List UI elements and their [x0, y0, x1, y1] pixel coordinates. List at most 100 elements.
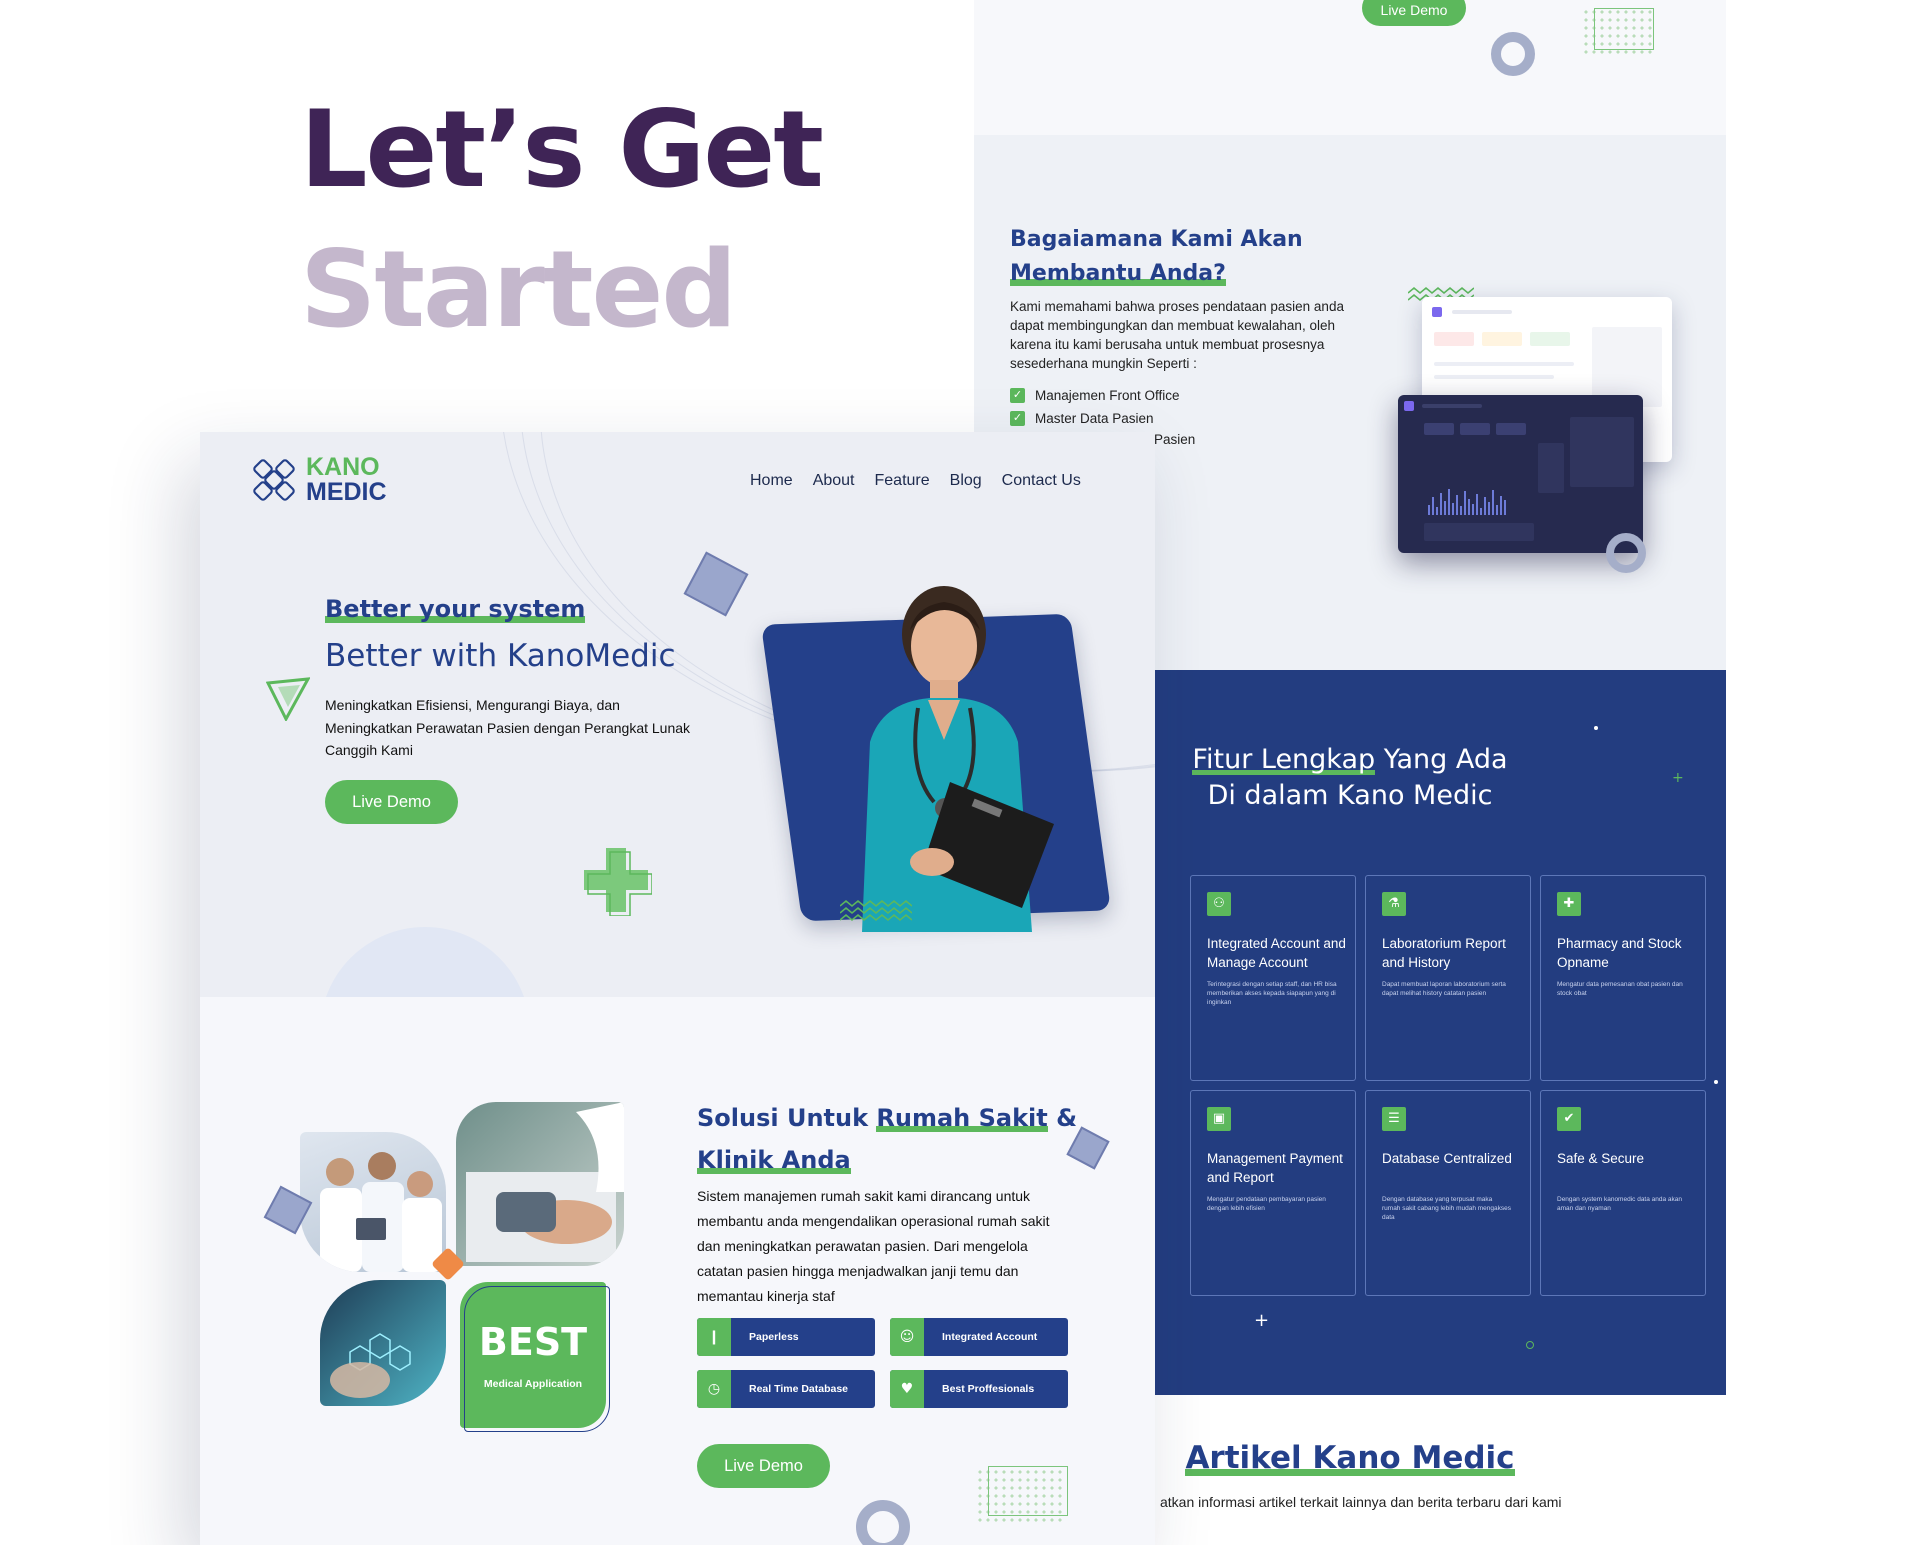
feature-card-description: Dengan database yang terpusat maka rumah…: [1382, 1196, 1511, 1221]
feature-card[interactable]: ⚇ Integrated Account and Manage Account …: [1190, 875, 1356, 1081]
how-title-line-2: Membantu Anda?: [1010, 261, 1226, 286]
features-title-line-2: Di dalam Kano Medic: [1207, 780, 1493, 811]
feature-card[interactable]: ☰ Database Centralized Dengan database y…: [1365, 1090, 1531, 1296]
nav-feature[interactable]: Feature: [875, 472, 930, 490]
feature-pill-integrated-account[interactable]: ☺ Integrated Account: [890, 1318, 1068, 1356]
brand-line-1: KANO: [306, 453, 380, 481]
brand-wordmark: KANO MEDIC: [306, 455, 387, 505]
flask-icon: ⚗: [1382, 892, 1406, 916]
plus-decoration-icon: +: [1254, 1310, 1270, 1331]
feature-pill-paperless[interactable]: ❙ Paperless: [697, 1318, 875, 1356]
checklist-label: Pasien: [1154, 432, 1196, 447]
mock-logo: [1432, 307, 1442, 317]
feature-card[interactable]: ✚ Pharmacy and Stock Opname Mengatur dat…: [1540, 875, 1706, 1081]
blood-pressure-photo: [456, 1102, 624, 1266]
mock-search: [1422, 404, 1482, 408]
mock-search: [1452, 310, 1512, 314]
how-section-body: Kami memahami bahwa proses pendataan pas…: [1010, 299, 1344, 371]
feature-card-description: Mengatur pendataan pembayaran pasien den…: [1207, 1196, 1326, 1212]
users-network-icon: ⚇: [1207, 892, 1231, 916]
checklist-label: Master Data Pasien: [1035, 411, 1154, 426]
mock-card: [1482, 332, 1522, 346]
mock-card: [1460, 423, 1490, 435]
solution-title: Solusi Untuk Rumah Sakit & Klinik Anda: [697, 1097, 1097, 1181]
circle-decoration-icon: [1526, 1341, 1534, 1349]
articles-title-text: Artikel Kano Medic: [1185, 1440, 1515, 1476]
database-list-icon: ☰: [1382, 1107, 1406, 1131]
live-demo-button[interactable]: Live Demo: [325, 780, 458, 824]
dot-decoration: [1714, 1080, 1718, 1084]
doctors-team-photo: [300, 1132, 446, 1272]
how-title-line-1: Bagaiamana Kami Akan: [1010, 227, 1303, 252]
nav-contact-us[interactable]: Contact Us: [1002, 472, 1081, 490]
badge-subtitle: Medical Application: [483, 1378, 583, 1390]
mock-row: [1434, 375, 1554, 379]
feature-card[interactable]: ⚗ Laboratorium Report and History Dapat …: [1365, 875, 1531, 1081]
hero-kicker: Better your system: [325, 595, 585, 623]
plus-cross-decoration-icon: [584, 848, 652, 916]
features-title-highlight: Fitur Lengkap: [1192, 744, 1376, 775]
square-outline-decoration: [1594, 8, 1654, 50]
how-section-title: Bagaiamana Kami Akan Membantu Anda?: [1010, 223, 1330, 291]
mock-table: [1424, 523, 1534, 541]
ring-decoration-icon: [1491, 32, 1535, 76]
pill-label: Real Time Database: [749, 1383, 849, 1395]
feature-card-description: Dengan system kanomedic data anda akan a…: [1557, 1196, 1683, 1212]
mock-card: [1496, 423, 1526, 435]
solution-title-part: Solusi Untuk: [697, 1104, 877, 1132]
hand-heart-icon: ♥: [890, 1370, 924, 1408]
medical-tech-photo: [320, 1280, 446, 1406]
mock-card: [1434, 332, 1474, 346]
feature-card-description: Terintegrasi dengan setiap staff, dan HR…: [1207, 981, 1337, 1006]
nav-about[interactable]: About: [813, 472, 855, 490]
hero-title: Better with KanoMedic: [325, 638, 676, 674]
solution-title-line-2: Klinik Anda: [697, 1146, 851, 1174]
best-badge-card: BEST Medical Application: [460, 1282, 610, 1432]
feature-card[interactable]: ▣ Management Payment and Report Mengatur…: [1190, 1090, 1356, 1296]
features-title-rest: Yang Ada: [1375, 744, 1508, 775]
feature-card-description: Mengatur data pemesanan obat pasien dan …: [1557, 981, 1683, 997]
live-demo-button-secondary[interactable]: Live Demo: [697, 1444, 830, 1488]
molecule-illustration: [330, 1333, 411, 1398]
badge-title: BEST: [478, 1320, 588, 1364]
feature-card-title: Pharmacy and Stock Opname: [1557, 936, 1682, 970]
mock-logo: [1404, 401, 1414, 411]
nav-blog[interactable]: Blog: [950, 472, 982, 490]
check-icon: ✓: [1010, 388, 1025, 403]
articles-subtitle: atkan informasi artikel terkait lainnya …: [1160, 1494, 1562, 1510]
pill-label: Paperless: [749, 1331, 799, 1343]
feature-card[interactable]: ✔ Safe & Secure Dengan system kanomedic …: [1540, 1090, 1706, 1296]
brand-line-2: MEDIC: [306, 478, 387, 506]
feature-pill-best-professionals[interactable]: ♥ Best Proffesionals: [890, 1370, 1068, 1408]
mock-row: [1434, 362, 1574, 366]
main-nav: Home About Feature Blog Contact Us: [750, 472, 1081, 490]
feature-pill-real-time-database[interactable]: ◷ Real Time Database: [697, 1370, 875, 1408]
checklist-item: ✓ Manajemen Front Office: [1010, 388, 1180, 403]
document-icon: ❙: [697, 1318, 731, 1356]
headline-line-1: Let’s Get: [300, 88, 824, 211]
users-icon: ☺: [890, 1318, 924, 1356]
check-icon: ✓: [1010, 411, 1025, 426]
hero-section: KANO MEDIC Home About Feature Blog Conta…: [200, 432, 1155, 997]
square-outline-decoration: [988, 1466, 1068, 1516]
headline-line-2: Started: [300, 228, 737, 351]
nav-home[interactable]: Home: [750, 472, 793, 490]
zigzag-decoration-icon: [840, 900, 912, 921]
ring-decoration-icon: [1606, 533, 1646, 573]
live-demo-button-top[interactable]: Live Demo: [1362, 0, 1466, 26]
solution-title-part: &: [1047, 1104, 1078, 1132]
triangle-decoration-icon: [266, 677, 310, 721]
landing-page-preview-main: KANO MEDIC Home About Feature Blog Conta…: [200, 432, 1155, 1545]
mock-calendar: [1570, 417, 1634, 487]
mock-list: [1538, 443, 1564, 493]
showcase-headline: Let’s Get Started: [300, 80, 824, 360]
brand-logo[interactable]: KANO MEDIC: [248, 454, 387, 506]
showcase-canvas: Let’s Get Started Live Demo Bagaiamana K…: [0, 0, 1920, 1545]
feature-card-title: Integrated Account and Manage Account: [1207, 936, 1346, 970]
mock-card: [1530, 332, 1570, 346]
checklist-item: ✓ Master Data Pasien: [1010, 411, 1154, 426]
dashboard-screenshot-dark: [1398, 395, 1643, 553]
checklist-label: Manajemen Front Office: [1035, 388, 1180, 403]
solution-title-highlight: Rumah Sakit: [876, 1104, 1048, 1132]
hero-description: Meningkatkan Efisiensi, Mengurangi Biaya…: [325, 697, 691, 758]
